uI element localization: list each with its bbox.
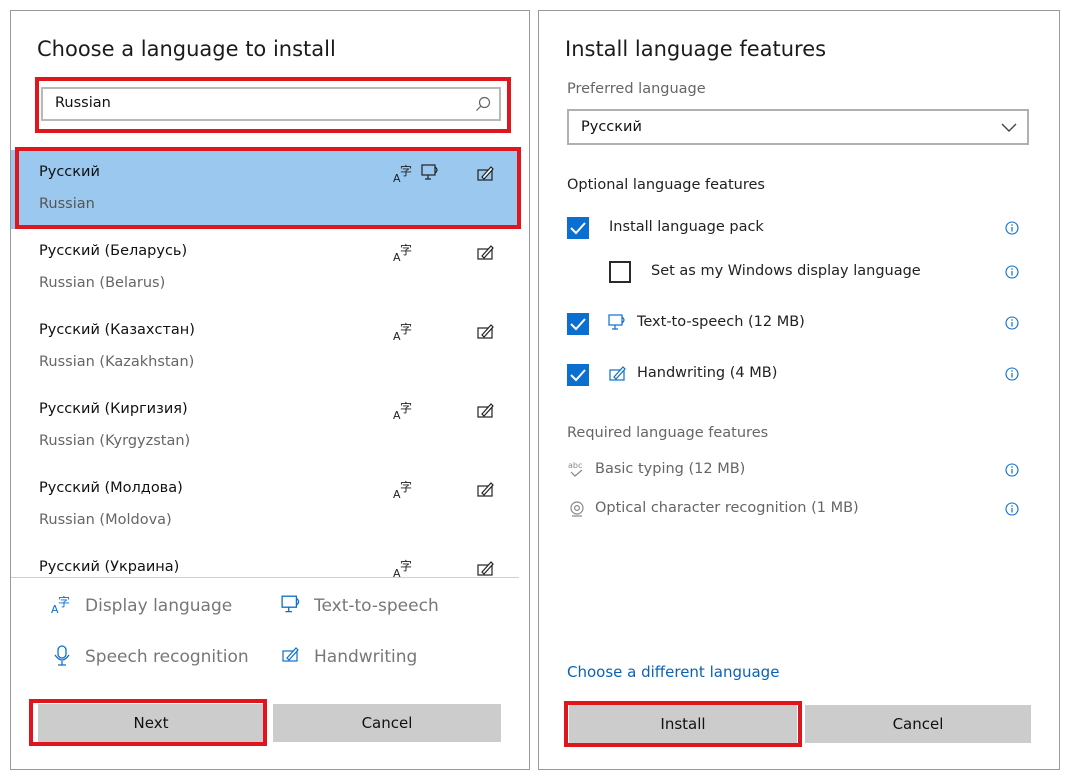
- display-language-checkbox[interactable]: [609, 261, 631, 283]
- preferred-language-select[interactable]: Русский: [567, 109, 1029, 145]
- info-icon[interactable]: [1005, 463, 1019, 477]
- handwriting-icon: [477, 482, 494, 497]
- display-language-icon: A 字: [393, 480, 412, 500]
- preferred-language-label: Preferred language: [567, 81, 706, 97]
- search-icon[interactable]: [475, 96, 491, 112]
- ocr-icon: [570, 501, 584, 517]
- highlight-box: [29, 699, 267, 746]
- list-item-russian-kazakhstan[interactable]: Русский (Казахстан) Russian (Kazakhstan)…: [11, 308, 519, 387]
- basic-typing-icon: abc: [568, 461, 582, 477]
- info-icon[interactable]: [1005, 316, 1019, 330]
- choose-language-panel: Choose a language to install Russian Рус…: [10, 10, 530, 770]
- basic-typing-label: Basic typing (12 MB): [595, 461, 746, 477]
- choose-different-language-link[interactable]: Choose a different language: [567, 663, 779, 681]
- info-icon[interactable]: [1005, 367, 1019, 381]
- svg-text:字: 字: [400, 401, 412, 415]
- language-native-name: Русский (Беларусь): [39, 243, 188, 259]
- required-features-header: Required language features: [567, 425, 769, 441]
- language-pack-checkbox[interactable]: [567, 217, 589, 239]
- display-language-label: Set as my Windows display language: [651, 263, 921, 279]
- language-native-name: Русский (Киргизия): [39, 401, 188, 417]
- handwriting-icon: [477, 324, 494, 339]
- svg-text:字: 字: [400, 322, 412, 336]
- handwriting-checkbox[interactable]: [567, 364, 589, 386]
- language-english-name: Russian (Moldova): [39, 512, 172, 528]
- svg-text:字: 字: [400, 243, 412, 257]
- language-native-name: Русский (Казахстан): [39, 322, 195, 338]
- checkmark-icon: [570, 222, 586, 235]
- panel-title: Install language features: [565, 37, 827, 61]
- list-item-russian-ukraine[interactable]: Русский (Украина) A 字: [11, 545, 519, 577]
- chevron-down-icon: [1001, 123, 1017, 132]
- highlight-box: [15, 147, 521, 229]
- svg-text:abc: abc: [568, 461, 582, 470]
- svg-text:字: 字: [400, 559, 412, 573]
- language-english-name: Russian (Kazakhstan): [39, 354, 195, 370]
- search-input-value: Russian: [55, 95, 111, 111]
- legend-handwriting: Handwriting: [314, 647, 418, 667]
- language-pack-label: Install language pack: [609, 219, 764, 235]
- language-english-name: Russian (Belarus): [39, 275, 166, 291]
- checkmark-icon: [570, 369, 586, 382]
- search-input[interactable]: Russian: [41, 87, 501, 121]
- text-to-speech-icon: [608, 314, 625, 330]
- display-language-icon: A 字: [51, 595, 70, 615]
- handwriting-label: Handwriting (4 MB): [637, 365, 778, 381]
- language-native-name: Русский (Украина): [39, 559, 180, 575]
- legend-display-language: Display language: [85, 596, 233, 616]
- display-language-icon: A 字: [393, 322, 412, 342]
- microphone-icon: [54, 645, 70, 666]
- legend-divider: [11, 577, 519, 578]
- handwriting-icon: [477, 403, 494, 418]
- display-language-icon: A 字: [393, 401, 412, 421]
- display-language-icon: A 字: [393, 243, 412, 263]
- ocr-label: Optical character recognition (1 MB): [595, 500, 859, 516]
- info-icon[interactable]: [1005, 265, 1019, 279]
- text-to-speech-checkbox[interactable]: [567, 313, 589, 335]
- text-to-speech-label: Text-to-speech (12 MB): [637, 314, 805, 330]
- svg-text:字: 字: [58, 595, 70, 609]
- optional-features-header: Optional language features: [567, 177, 765, 193]
- legend-speech-recognition: Speech recognition: [85, 647, 249, 667]
- svg-text:字: 字: [400, 480, 412, 494]
- panel-title: Choose a language to install: [37, 37, 336, 61]
- language-english-name: Russian (Kyrgyzstan): [39, 433, 191, 449]
- legend-text-to-speech: Text-to-speech: [314, 596, 439, 616]
- highlight-box: [564, 701, 802, 747]
- display-language-icon: A 字: [393, 559, 412, 577]
- cancel-button[interactable]: Cancel: [273, 704, 501, 742]
- text-to-speech-icon: [281, 595, 300, 613]
- info-icon[interactable]: [1005, 502, 1019, 516]
- list-item-russian-kyrgyzstan[interactable]: Русский (Киргизия) Russian (Kyrgyzstan) …: [11, 387, 519, 466]
- list-item-russian-belarus[interactable]: Русский (Беларусь) Russian (Belarus) A 字: [11, 229, 519, 308]
- preferred-language-value: Русский: [581, 119, 642, 135]
- handwriting-icon: [477, 561, 494, 576]
- language-native-name: Русский (Молдова): [39, 480, 183, 496]
- cancel-button[interactable]: Cancel: [805, 705, 1031, 743]
- list-item-russian-moldova[interactable]: Русский (Молдова) Russian (Moldova) A 字: [11, 466, 519, 545]
- install-features-panel: Install language features Preferred lang…: [538, 10, 1060, 770]
- checkmark-icon: [570, 318, 586, 331]
- handwriting-icon: [282, 647, 299, 662]
- info-icon[interactable]: [1005, 221, 1019, 235]
- handwriting-icon: [477, 245, 494, 260]
- handwriting-icon: [609, 366, 626, 381]
- list-scrollbar[interactable]: [523, 151, 529, 576]
